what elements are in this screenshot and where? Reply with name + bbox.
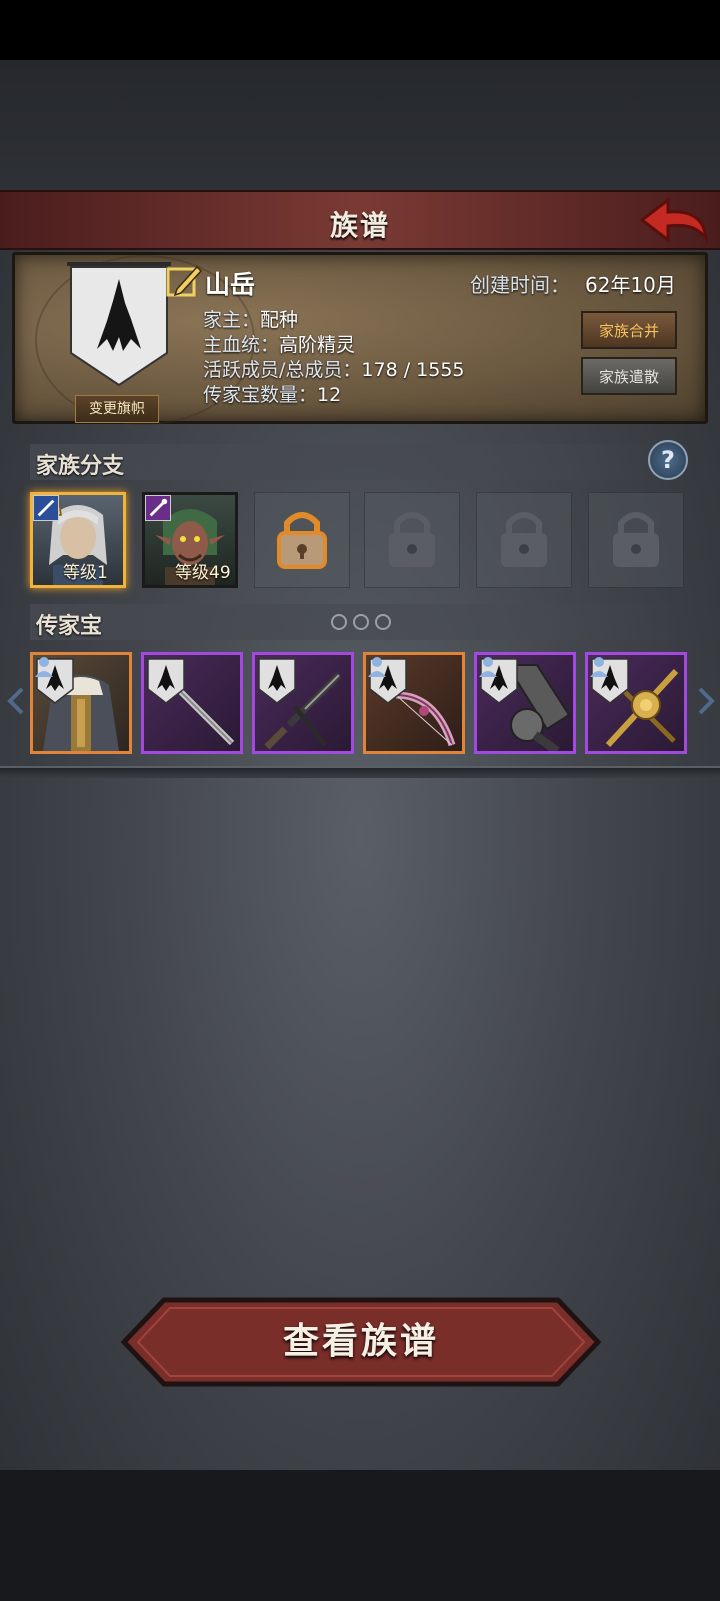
- bloodline-row: 主血统：高阶精灵: [203, 330, 355, 357]
- navigation-bar: [0, 1470, 720, 1601]
- branch-level-1: 等级1: [63, 563, 108, 583]
- branch-slot-4: [364, 492, 460, 588]
- background-top: [0, 60, 720, 190]
- branch-slot-6: [588, 492, 684, 588]
- created-time-value: 62年10月: [585, 273, 676, 297]
- leader-value: 配种: [260, 309, 299, 331]
- created-time-label: 创建时间：: [470, 273, 570, 297]
- branches-title: 家族分支: [36, 454, 125, 479]
- leader-row: 家主：配种: [203, 305, 298, 332]
- padlock-icon: [501, 512, 547, 567]
- family-disband-button[interactable]: 家族遣散: [581, 357, 677, 395]
- view-genealogy-label: 查看族谱: [282, 1321, 439, 1362]
- arrow-left-icon[interactable]: [6, 686, 26, 716]
- heirloom-count-row: 传家宝数量：12: [203, 380, 341, 407]
- family-info-panel: 变更旗帜 山岳 创建时间： 62年10月 家主：配种 主血统：高阶精灵 活跃成员…: [12, 252, 708, 425]
- heirlooms-title: 传家宝: [36, 614, 103, 639]
- person-icon: [479, 657, 497, 677]
- person-icon: [368, 657, 386, 677]
- page-indicator: [331, 614, 391, 630]
- section-divider: [0, 766, 720, 778]
- staff-icon: [145, 495, 171, 521]
- heirloom-item-4[interactable]: [363, 652, 465, 754]
- family-merge-button[interactable]: 家族合并: [581, 311, 677, 349]
- heirloom-item-1[interactable]: [30, 652, 132, 754]
- padlock-icon: [613, 512, 659, 567]
- members-row: 活跃成员/总成员：178 / 1555: [203, 355, 465, 382]
- branch-slot-3[interactable]: [254, 492, 350, 588]
- edit-name-icon[interactable]: [165, 261, 203, 299]
- title-bar: 族谱: [0, 190, 720, 250]
- change-banner-button[interactable]: 变更旗帜: [75, 395, 159, 423]
- arrow-right-icon[interactable]: [696, 686, 716, 716]
- leader-label: 家主：: [203, 309, 261, 331]
- members-value: 178 / 1555: [361, 359, 465, 381]
- view-genealogy-button[interactable]: 查看族谱: [120, 1296, 602, 1388]
- heirloom-item-6[interactable]: [585, 652, 687, 754]
- family-crest-icon: [147, 658, 185, 704]
- help-icon[interactable]: ?: [648, 440, 688, 480]
- bloodline-value: 高阶精灵: [279, 334, 356, 356]
- family-crest-icon: [258, 658, 296, 704]
- branch-level-2: 等级49: [175, 563, 231, 583]
- bloodline-label: 主血统：: [203, 334, 280, 356]
- branch-slot-1[interactable]: 等级1: [30, 492, 126, 588]
- branch-slot-5: [476, 492, 572, 588]
- family-banner[interactable]: [67, 261, 171, 389]
- page-title: 族谱: [329, 209, 390, 242]
- banner-flag-icon: [67, 262, 171, 387]
- padlock-icon: [389, 512, 435, 567]
- unlockable-padlock-icon: [277, 512, 327, 569]
- heirloom-item-5[interactable]: [474, 652, 576, 754]
- heirloom-count-value: 12: [317, 384, 342, 406]
- back-arrow-icon[interactable]: [638, 196, 710, 248]
- heirloom-count-label: 传家宝数量：: [203, 384, 318, 406]
- heirloom-item-2[interactable]: [141, 652, 243, 754]
- sword-icon: [33, 495, 59, 521]
- family-name: 山岳: [205, 270, 256, 299]
- branch-slot-2[interactable]: 等级49: [142, 492, 238, 588]
- person-icon: [35, 657, 53, 677]
- status-bar: [0, 0, 720, 60]
- members-label: 活跃成员/总成员：: [203, 359, 362, 381]
- person-icon: [590, 657, 608, 677]
- heirloom-item-3[interactable]: [252, 652, 354, 754]
- branches-header: 家族分支: [30, 444, 680, 480]
